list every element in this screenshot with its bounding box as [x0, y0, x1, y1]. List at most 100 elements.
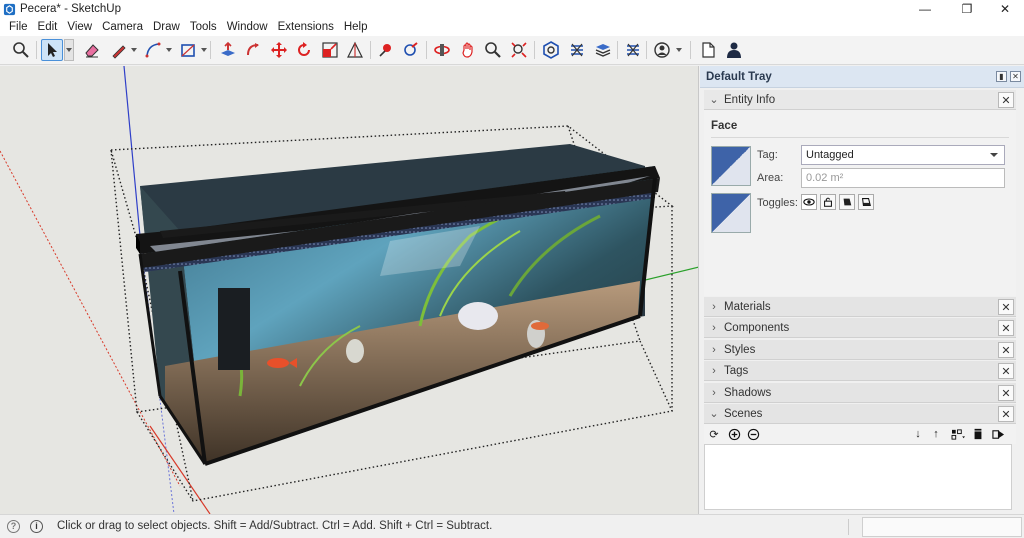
- remove-icon[interactable]: [745, 426, 761, 442]
- menu-tools[interactable]: Tools: [185, 21, 222, 33]
- paint-bucket-icon[interactable]: [400, 39, 422, 61]
- fish-orange: [531, 322, 549, 330]
- panel-label: Tags: [724, 364, 749, 377]
- tray-close-button[interactable]: ✕: [1010, 71, 1021, 82]
- rotate-icon[interactable]: [293, 39, 315, 61]
- back-face-material-swatch[interactable]: [711, 193, 751, 233]
- view-options-icon[interactable]: [948, 426, 968, 442]
- front-face-material-swatch[interactable]: [711, 146, 751, 186]
- info-icon[interactable]: i: [30, 520, 43, 533]
- arc-icon[interactable]: [142, 39, 164, 61]
- close-icon[interactable]: ✕: [998, 385, 1014, 401]
- tape-measure-icon[interactable]: [344, 39, 366, 61]
- scale-icon[interactable]: [319, 39, 341, 61]
- move-icon[interactable]: [268, 39, 290, 61]
- cast-shadow-icon[interactable]: [839, 194, 855, 210]
- tag-select[interactable]: Untagged: [801, 145, 1005, 165]
- tag-select-value: Untagged: [806, 149, 854, 161]
- move-up-icon[interactable]: ↑: [928, 426, 944, 442]
- eye-icon[interactable]: [801, 194, 817, 210]
- panel-entity-info[interactable]: ⌄ Entity Info ✕: [704, 90, 1016, 110]
- panel-label: Entity Info: [724, 93, 776, 106]
- close-icon[interactable]: ✕: [998, 342, 1014, 358]
- close-icon[interactable]: ✕: [998, 299, 1014, 315]
- panel-shadows[interactable]: › Shadows ✕: [704, 383, 1016, 403]
- line-icon[interactable]: [108, 39, 130, 61]
- rectangle-icon[interactable]: [177, 39, 199, 61]
- measurements-box[interactable]: [862, 517, 1022, 537]
- chevron-right-icon: ›: [712, 343, 716, 356]
- status-bar: ? i Click or drag to select objects. Shi…: [0, 514, 1024, 538]
- tag-label: Tag:: [757, 149, 778, 161]
- panel-components[interactable]: › Components ✕: [704, 318, 1016, 338]
- entity-info-body: Face Tag: Untagged Area: 0.02 m² Toggles…: [704, 110, 1016, 296]
- orbit-icon[interactable]: [431, 39, 453, 61]
- follow-me-icon[interactable]: [242, 39, 264, 61]
- menu-camera[interactable]: Camera: [97, 21, 148, 33]
- details-icon[interactable]: [970, 426, 986, 442]
- chevron-right-icon: ›: [712, 321, 716, 334]
- toolbar-separator: [426, 41, 427, 59]
- menu-window[interactable]: Window: [222, 21, 273, 33]
- menu-edit[interactable]: Edit: [33, 21, 63, 33]
- account-icon[interactable]: [651, 39, 673, 61]
- panel-materials[interactable]: › Materials ✕: [704, 297, 1016, 317]
- toolbar-separator: [36, 41, 37, 59]
- pin-icon[interactable]: ▮: [996, 71, 1007, 82]
- sandbox-icon[interactable]: [622, 39, 644, 61]
- toolbar-separator: [210, 41, 211, 59]
- modeling-viewport[interactable]: [0, 66, 699, 514]
- new-file-icon[interactable]: [697, 39, 719, 61]
- minimize-button[interactable]: —: [902, 0, 948, 18]
- toolbar-separator: [370, 41, 371, 59]
- scenes-list[interactable]: [704, 444, 1012, 510]
- zoom-icon[interactable]: [482, 39, 504, 61]
- menu-view[interactable]: View: [62, 21, 97, 33]
- move-down-icon[interactable]: ↓: [910, 426, 926, 442]
- close-icon[interactable]: ✕: [998, 363, 1014, 379]
- zoom-extents-icon[interactable]: [508, 39, 530, 61]
- menu-bar: File Edit View Camera Draw Tools Window …: [0, 18, 1024, 36]
- close-icon[interactable]: ✕: [998, 92, 1014, 108]
- lock-icon[interactable]: [820, 194, 836, 210]
- panel-tags[interactable]: › Tags ✕: [704, 361, 1016, 381]
- pan-icon[interactable]: [457, 39, 479, 61]
- blue-axis: [123, 66, 141, 237]
- close-icon[interactable]: ✕: [998, 406, 1014, 422]
- select-icon[interactable]: [41, 39, 63, 61]
- receive-shadow-icon[interactable]: [858, 194, 874, 210]
- menu-draw[interactable]: Draw: [148, 21, 185, 33]
- section-plane-icon[interactable]: [375, 39, 397, 61]
- close-button[interactable]: ✕: [982, 0, 1024, 18]
- refresh-icon[interactable]: ⟳: [706, 426, 722, 442]
- scenes-toolbar: ⟳ ↓ ↑: [704, 424, 1016, 444]
- add-icon[interactable]: [726, 426, 742, 442]
- divider: [848, 519, 849, 535]
- menu-help[interactable]: Help: [339, 21, 373, 33]
- warehouse-icon[interactable]: [540, 39, 562, 61]
- chevron-down-icon: [201, 48, 207, 52]
- chevron-down-icon: ⌄: [709, 94, 719, 106]
- menu-extensions[interactable]: Extensions: [273, 21, 339, 33]
- chevron-down-icon: [66, 48, 72, 52]
- layout-icon[interactable]: [592, 39, 614, 61]
- chevron-down-icon: [166, 48, 172, 52]
- search-icon[interactable]: [10, 39, 32, 61]
- title-bar: Pecera* - SketchUp — ❐ ✕: [0, 0, 1024, 18]
- area-value: 0.02 m²: [806, 172, 844, 184]
- panel-styles[interactable]: › Styles ✕: [704, 340, 1016, 360]
- scene-arrow-icon[interactable]: [990, 426, 1006, 442]
- geo-location-icon[interactable]: ?: [7, 520, 20, 533]
- chevron-right-icon: ›: [712, 300, 716, 313]
- panel-scenes[interactable]: ⌄ Scenes ✕: [704, 404, 1016, 424]
- close-icon[interactable]: ✕: [998, 320, 1014, 336]
- panel-label: Scenes: [724, 407, 763, 420]
- menu-file[interactable]: File: [4, 21, 33, 33]
- aquarium-rock: [458, 302, 498, 330]
- panel-label: Shadows: [724, 386, 772, 399]
- push-pull-icon[interactable]: [217, 39, 239, 61]
- area-label: Area:: [757, 172, 784, 184]
- eraser-icon[interactable]: [81, 39, 103, 61]
- profile-icon[interactable]: [723, 39, 745, 61]
- extension-warehouse-icon[interactable]: [566, 39, 588, 61]
